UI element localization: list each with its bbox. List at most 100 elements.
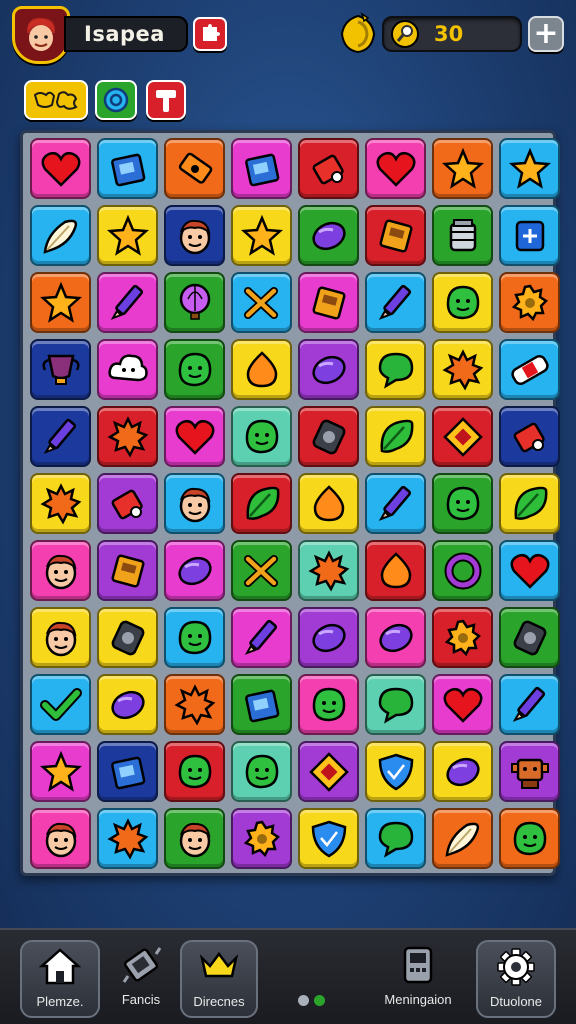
board-tile[interactable] xyxy=(432,607,493,668)
board-tile[interactable] xyxy=(298,741,359,802)
board-tile[interactable] xyxy=(97,808,158,869)
board-tile[interactable] xyxy=(164,406,225,467)
board-tile[interactable] xyxy=(97,607,158,668)
add-coins-button[interactable]: + xyxy=(528,16,564,52)
board-tile[interactable] xyxy=(499,473,560,534)
board-tile[interactable] xyxy=(365,674,426,735)
board-tile[interactable] xyxy=(231,138,292,199)
board-tile[interactable] xyxy=(499,138,560,199)
board-tile[interactable] xyxy=(164,607,225,668)
board-tile[interactable] xyxy=(365,138,426,199)
board-tile[interactable] xyxy=(231,339,292,400)
board-tile[interactable] xyxy=(97,138,158,199)
board-tile[interactable] xyxy=(365,540,426,601)
board-tile[interactable] xyxy=(298,540,359,601)
board-tile[interactable] xyxy=(499,674,560,735)
board-tile[interactable] xyxy=(432,272,493,333)
board-tile[interactable] xyxy=(432,808,493,869)
board-tile[interactable] xyxy=(164,741,225,802)
board-tile[interactable] xyxy=(30,540,91,601)
board-tile[interactable] xyxy=(97,272,158,333)
board-tile[interactable] xyxy=(231,272,292,333)
board-tile[interactable] xyxy=(365,808,426,869)
board-tile[interactable] xyxy=(164,540,225,601)
puzzle-pieces-booster[interactable] xyxy=(24,80,88,120)
nav-meningaion[interactable]: Meningaion xyxy=(378,940,458,1018)
board-tile[interactable] xyxy=(365,272,426,333)
board-tile[interactable] xyxy=(499,741,560,802)
board-tile[interactable] xyxy=(298,406,359,467)
board-tile[interactable] xyxy=(231,205,292,266)
board-tile[interactable] xyxy=(30,406,91,467)
board-tile[interactable] xyxy=(30,674,91,735)
board-tile[interactable] xyxy=(499,808,560,869)
board-tile[interactable] xyxy=(432,138,493,199)
board-tile[interactable] xyxy=(30,339,91,400)
board-tile[interactable] xyxy=(499,540,560,601)
board-tile[interactable] xyxy=(164,205,225,266)
board-tile[interactable] xyxy=(432,406,493,467)
board-tile[interactable] xyxy=(231,607,292,668)
nav-fancis[interactable]: Fancis xyxy=(101,940,181,1018)
board-tile[interactable] xyxy=(432,473,493,534)
board-tile[interactable] xyxy=(365,205,426,266)
board-tile[interactable] xyxy=(30,272,91,333)
board-tile[interactable] xyxy=(164,272,225,333)
board-tile[interactable] xyxy=(298,138,359,199)
board-tile[interactable] xyxy=(499,406,560,467)
board-tile[interactable] xyxy=(432,205,493,266)
board-tile[interactable] xyxy=(97,540,158,601)
board-tile[interactable] xyxy=(432,741,493,802)
nav-settings[interactable]: Dtuolone xyxy=(476,940,556,1018)
board-tile[interactable] xyxy=(231,741,292,802)
board-tile[interactable] xyxy=(432,674,493,735)
board-tile[interactable] xyxy=(30,205,91,266)
board-tile[interactable] xyxy=(298,205,359,266)
board-tile[interactable] xyxy=(231,808,292,869)
board-tile[interactable] xyxy=(164,674,225,735)
hammer-booster[interactable] xyxy=(146,80,186,120)
board-tile[interactable] xyxy=(298,607,359,668)
nav-home[interactable]: Plemze. xyxy=(20,940,100,1018)
board-tile[interactable] xyxy=(499,205,560,266)
board-tile[interactable] xyxy=(231,473,292,534)
board-tile[interactable] xyxy=(298,674,359,735)
board-tile[interactable] xyxy=(30,473,91,534)
board-tile[interactable] xyxy=(499,607,560,668)
board-tile[interactable] xyxy=(30,808,91,869)
board-tile[interactable] xyxy=(97,473,158,534)
board-tile[interactable] xyxy=(298,339,359,400)
board-tile[interactable] xyxy=(30,741,91,802)
board-tile[interactable] xyxy=(231,674,292,735)
board-tile[interactable] xyxy=(231,406,292,467)
board-tile[interactable] xyxy=(164,138,225,199)
board-tile[interactable] xyxy=(298,473,359,534)
board-tile[interactable] xyxy=(365,607,426,668)
board-tile[interactable] xyxy=(365,741,426,802)
board-tile[interactable] xyxy=(164,339,225,400)
board-tile[interactable] xyxy=(499,272,560,333)
board-tile[interactable] xyxy=(365,339,426,400)
player-avatar[interactable] xyxy=(12,6,70,64)
board-tile[interactable] xyxy=(97,205,158,266)
board-tile[interactable] xyxy=(499,339,560,400)
board-tile[interactable] xyxy=(365,406,426,467)
board-tile[interactable] xyxy=(432,339,493,400)
board-tile[interactable] xyxy=(97,339,158,400)
board-tile[interactable] xyxy=(97,741,158,802)
nav-direcnes[interactable]: Direcnes xyxy=(180,940,258,1018)
board-tile[interactable] xyxy=(298,808,359,869)
board-tile[interactable] xyxy=(164,473,225,534)
swirl-booster[interactable] xyxy=(95,80,137,120)
board-tile[interactable] xyxy=(164,808,225,869)
puzzle-badge-icon[interactable] xyxy=(193,17,227,51)
board-tile[interactable] xyxy=(97,674,158,735)
magnifier-icon[interactable] xyxy=(390,19,420,49)
board-tile[interactable] xyxy=(432,540,493,601)
board-tile[interactable] xyxy=(365,473,426,534)
board-tile[interactable] xyxy=(30,138,91,199)
board-tile[interactable] xyxy=(298,272,359,333)
board-tile[interactable] xyxy=(97,406,158,467)
board-tile[interactable] xyxy=(231,540,292,601)
board-tile[interactable] xyxy=(30,607,91,668)
